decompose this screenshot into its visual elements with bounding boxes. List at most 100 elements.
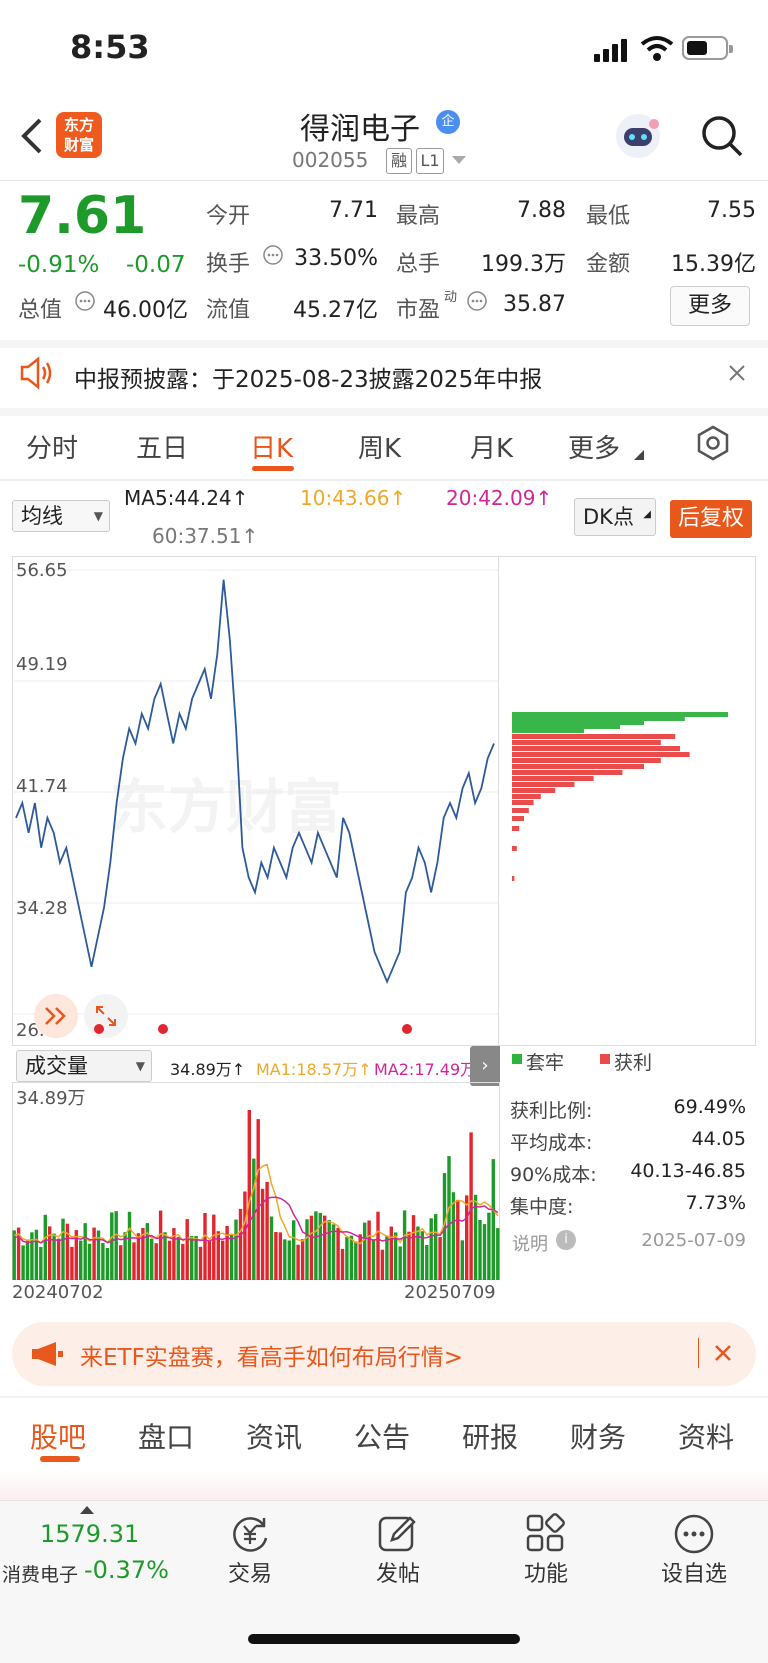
info-circle-icon[interactable]: i <box>556 1230 576 1250</box>
tab-monthly-k[interactable]: 月K <box>470 428 513 465</box>
volume-bar <box>327 1220 331 1280</box>
robot-assistant-icon[interactable] <box>612 110 664 162</box>
app-logo: 东方 财富 <box>56 112 102 158</box>
tab-announcements[interactable]: 公告 <box>354 1416 410 1456</box>
chip-note[interactable]: 说明 <box>512 1230 548 1256</box>
level-tag: L1 <box>416 148 444 174</box>
bottom-tab-indicator <box>40 1456 80 1462</box>
volume-bars-svg <box>12 1110 500 1280</box>
pe-value: 35.87 <box>503 292 566 317</box>
collapse-panel-button[interactable]: › <box>470 1046 500 1086</box>
info-icon[interactable] <box>262 244 284 266</box>
tab-research[interactable]: 研报 <box>462 1416 518 1456</box>
tab-more[interactable]: 更多 <box>568 428 620 465</box>
volume-bar <box>252 1158 256 1280</box>
tab-news[interactable]: 资讯 <box>246 1416 302 1456</box>
close-icon[interactable] <box>714 1344 732 1362</box>
price-line-svg <box>12 569 498 1015</box>
volume-bar <box>358 1234 362 1280</box>
volume-bar <box>79 1240 83 1280</box>
stock-name[interactable]: 得润电子 <box>300 104 420 148</box>
volume-bar <box>158 1210 163 1280</box>
tab-weekly-k[interactable]: 周K <box>358 428 401 465</box>
turnover-label: 换手 <box>206 252 251 277</box>
chip-bar <box>512 746 680 751</box>
chip-bar <box>512 826 520 831</box>
more-dots-icon[interactable] <box>672 1512 716 1556</box>
volume-bar <box>185 1219 189 1280</box>
dock-add-watchlist[interactable]: 设自选 <box>644 1556 744 1588</box>
adjust-button[interactable]: 后复权 <box>670 500 752 538</box>
more-quote-button[interactable]: 更多 <box>670 286 750 326</box>
volume-bar <box>482 1224 487 1280</box>
dock-functions[interactable]: 功能 <box>496 1556 596 1588</box>
volume-bar <box>460 1240 464 1280</box>
volume-bar <box>110 1212 114 1280</box>
chevron-up-icon[interactable] <box>80 1504 94 1514</box>
volume-bar <box>83 1223 87 1280</box>
tab-profile[interactable]: 资料 <box>678 1416 734 1456</box>
volume-bar <box>247 1110 251 1280</box>
volume-bar <box>283 1239 287 1280</box>
volume-bar <box>127 1211 132 1280</box>
chip-bar <box>512 876 515 881</box>
chip-bar <box>512 740 661 745</box>
back-icon[interactable] <box>18 116 44 156</box>
search-icon[interactable] <box>700 114 744 158</box>
volume-bar <box>402 1210 407 1280</box>
volume-bar <box>21 1245 25 1280</box>
info-icon[interactable] <box>74 290 96 312</box>
index-value[interactable]: 1579.31 <box>40 1520 139 1548</box>
expand-signals-button[interactable] <box>34 994 78 1038</box>
volume-bar <box>411 1215 416 1280</box>
volume-bar <box>39 1246 43 1280</box>
status-bar: 8:53 <box>0 0 768 100</box>
stat-value: 44.05 <box>691 1128 746 1150</box>
fullscreen-button[interactable] <box>84 994 128 1038</box>
volume-ma1: MA1:18.57万↑ <box>256 1060 372 1079</box>
pe-label: 市盈 <box>396 298 441 323</box>
chip-distribution <box>512 712 728 881</box>
stat-label: 平均成本: <box>510 1132 593 1154</box>
notice-text[interactable]: 中报预披露：于2025-08-23披露2025年中报 <box>74 360 542 394</box>
stat-label: 获利比例: <box>510 1100 593 1122</box>
tab-finance[interactable]: 财务 <box>570 1416 626 1456</box>
volume-bar <box>305 1219 309 1280</box>
volume-bar <box>56 1238 61 1280</box>
signal-dot <box>158 1024 168 1034</box>
edit-post-icon[interactable] <box>376 1512 420 1556</box>
dk-point-select[interactable]: DK点 ◢ <box>574 498 656 536</box>
turnover-value: 33.50% <box>294 246 378 271</box>
ma10-value: 10:43.66↑ <box>300 486 407 510</box>
dock-post[interactable]: 发帖 <box>348 1556 448 1588</box>
stat-value: 69.49% <box>673 1096 746 1118</box>
chip-date: 2025-07-09 <box>641 1230 746 1251</box>
tab-orderbook[interactable]: 盘口 <box>138 1416 194 1456</box>
price-line <box>15 579 495 985</box>
ma-select[interactable]: 均线 ▼ <box>12 500 110 532</box>
dock-trade[interactable]: 交易 <box>200 1556 300 1588</box>
volume-bar <box>496 1228 500 1280</box>
promo-divider <box>698 1338 699 1368</box>
gear-icon[interactable] <box>694 424 732 462</box>
market-cap-label: 总值 <box>18 298 63 323</box>
chip-bar <box>512 782 575 787</box>
amount-label: 金额 <box>586 252 631 277</box>
change-percent: -0.91% <box>18 252 100 278</box>
chevron-down-icon[interactable] <box>452 156 466 166</box>
tab-daily-k[interactable]: 日K <box>250 428 293 465</box>
volume-bar <box>114 1211 118 1280</box>
volume-bar <box>269 1216 274 1280</box>
tab-guba[interactable]: 股吧 <box>30 1416 86 1456</box>
chip-bar <box>512 734 676 739</box>
trade-yen-icon[interactable] <box>228 1512 272 1556</box>
grid-functions-icon[interactable] <box>524 1512 568 1556</box>
tab-intraday[interactable]: 分时 <box>26 428 78 465</box>
volume-bar <box>101 1243 105 1280</box>
info-icon[interactable] <box>466 290 488 312</box>
promo-text[interactable]: 来ETF实盘赛，看高手如何布局行情> <box>80 1338 463 1372</box>
volume-bar <box>167 1240 172 1280</box>
close-icon[interactable] <box>728 364 746 382</box>
volume-select[interactable]: 成交量 ▼ <box>16 1050 152 1082</box>
tab-5day[interactable]: 五日 <box>136 428 188 465</box>
